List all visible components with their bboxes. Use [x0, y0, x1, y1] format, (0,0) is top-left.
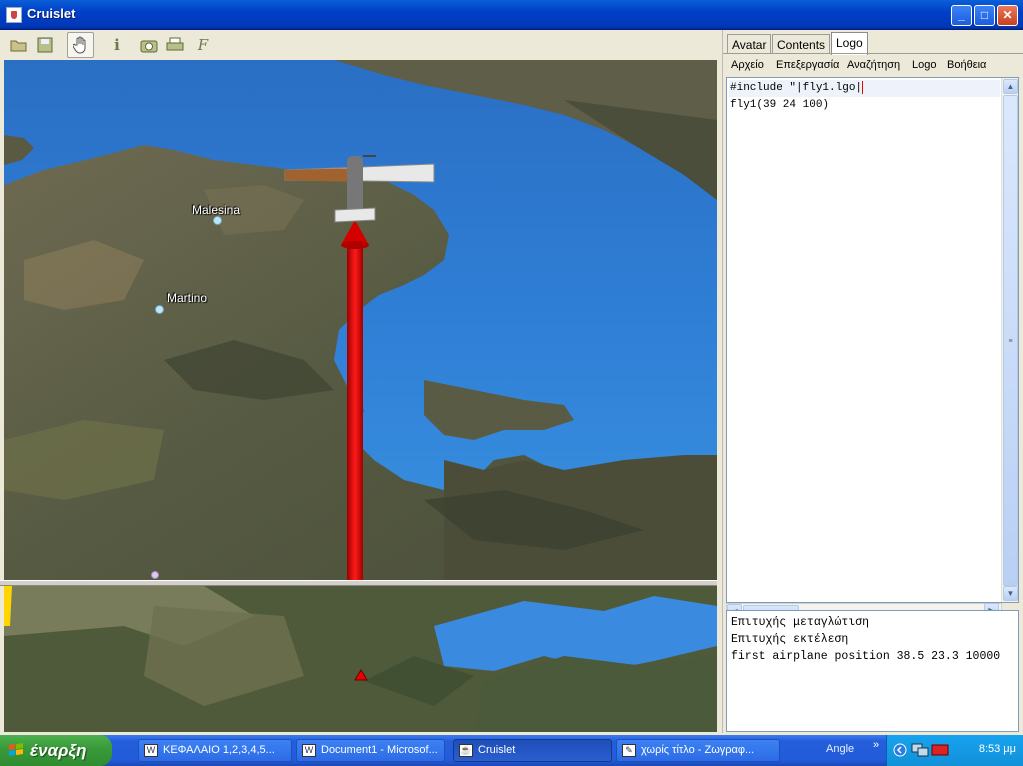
tray-expand-chevron[interactable]: » — [873, 739, 879, 751]
task-paint[interactable]: ✎ χωρίς τίτλο - Ζωγραφ... — [616, 739, 780, 762]
task-cruislet[interactable]: ☕ Cruislet — [453, 739, 612, 762]
start-button[interactable]: έναρξη — [0, 735, 112, 766]
tab-contents[interactable]: Contents — [772, 34, 831, 54]
clock: 8:53 μμ — [978, 743, 1016, 755]
maximize-button[interactable]: □ — [974, 5, 995, 26]
word-icon: W — [302, 744, 316, 757]
word-icon: W — [144, 744, 158, 757]
java-app-icon — [6, 7, 22, 23]
function-icon[interactable]: F — [192, 34, 214, 56]
place-label-martino: Martino — [167, 291, 208, 305]
menu-file[interactable]: Αρχείο — [731, 59, 764, 71]
antivirus-icon[interactable] — [931, 743, 949, 757]
open-folder-icon[interactable] — [8, 34, 30, 56]
title-bar: Cruislet _ □ ✕ — [0, 0, 1023, 30]
window-title: Cruislet — [27, 6, 76, 21]
task-word-kefalaio[interactable]: W ΚΕΦΑΛΑΙΟ 1,2,3,4,5... — [138, 739, 292, 762]
taskbar: έναρξη W ΚΕΦΑΛΑΙΟ 1,2,3,4,5... W Document1… — [0, 735, 1023, 766]
airplane-position-marker — [354, 669, 368, 681]
minimize-button[interactable]: _ — [951, 5, 972, 26]
code-editor[interactable]: #include "|fly1.lgo| fly1(39 24 100) ▲ ≡… — [726, 77, 1019, 603]
main-toolbar: i F — [0, 30, 722, 60]
text-caret — [862, 80, 864, 94]
side-panel: Avatar Contents Logo Αρχείο Επεξεργασία … — [722, 30, 1023, 733]
output-line: Επιτυχής μεταγλώτιση — [731, 616, 870, 629]
menu-logo[interactable]: Logo — [912, 59, 936, 71]
tab-avatar[interactable]: Avatar — [727, 34, 772, 54]
tab-divider — [723, 53, 1023, 54]
close-button[interactable]: ✕ — [997, 5, 1018, 26]
menu-edit[interactable]: Επεξεργασία — [776, 59, 839, 71]
save-icon[interactable] — [34, 34, 56, 56]
place-marker-malesina[interactable] — [213, 216, 222, 225]
output-line: Επιτυχής εκτέλεση — [731, 633, 849, 646]
hand-icon[interactable] — [67, 32, 94, 58]
menu-search[interactable]: Αναζήτηση — [847, 59, 900, 71]
system-tray: 8:53 μμ — [886, 735, 1023, 766]
task-word-document1[interactable]: W Document1 - Microsof... — [296, 739, 445, 762]
scroll-up-button[interactable]: ▲ — [1003, 79, 1018, 94]
tab-logo[interactable]: Logo — [831, 32, 868, 55]
network-icon[interactable] — [911, 743, 929, 757]
output-line: first airplane position 38.5 23.3 10000 — [731, 650, 1001, 663]
windows-flag-icon — [9, 743, 23, 756]
print-icon[interactable] — [164, 34, 186, 56]
output-console: Επιτυχής μεταγλώτιση Επιτυχής εκτέλεση f… — [726, 610, 1019, 732]
java-icon: ☕ — [459, 744, 473, 757]
code-line: #include "|fly1.lgo| — [729, 80, 1000, 97]
place-label-malesina: Malesina — [192, 203, 241, 217]
map-3d-view[interactable]: Malesina Martino — [4, 60, 717, 580]
camera-icon[interactable] — [138, 34, 160, 56]
scroll-down-button[interactable]: ▼ — [1003, 586, 1018, 601]
editor-vertical-scrollbar[interactable]: ▲ ≡ ▼ — [1001, 78, 1018, 602]
place-marker[interactable] — [151, 571, 159, 579]
code-line: fly1(39 24 100) — [730, 99, 830, 111]
place-marker-martino[interactable] — [155, 305, 164, 314]
start-label: έναρξη — [30, 741, 87, 760]
info-icon[interactable]: i — [106, 34, 128, 56]
tray-back-icon[interactable] — [893, 743, 907, 757]
minimap-view[interactable] — [4, 586, 717, 732]
language-indicator[interactable]: Angle — [826, 743, 854, 755]
paint-icon: ✎ — [622, 744, 636, 757]
minimap-terrain — [4, 586, 717, 732]
terrain-render — [4, 60, 717, 580]
menu-help[interactable]: Βοήθεια — [947, 59, 986, 71]
scroll-thumb[interactable]: ≡ — [1003, 95, 1018, 586]
